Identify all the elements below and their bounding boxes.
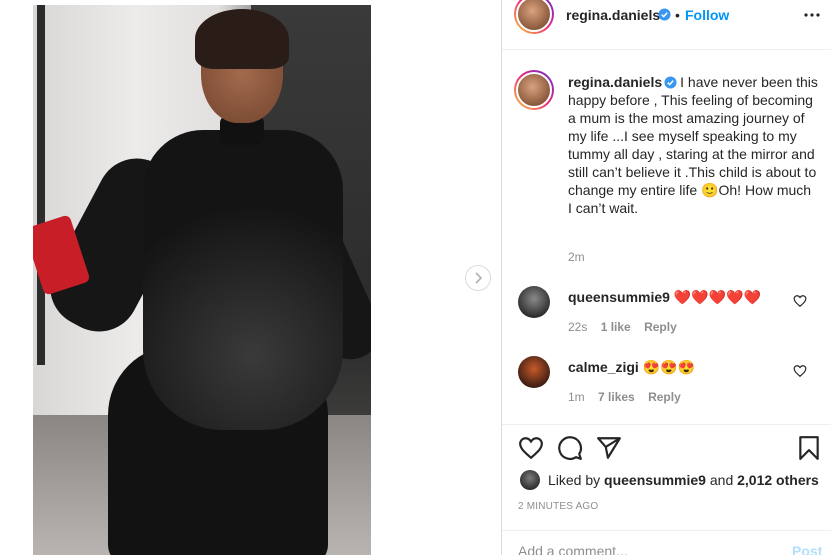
reply-button[interactable]: Reply (644, 320, 677, 334)
post-age[interactable]: 2 MINUTES AGO (518, 501, 598, 512)
likes-conjunction: and (709, 472, 734, 488)
post-actions: Liked by queensummie9 and 2,012 others 2… (502, 424, 831, 520)
caption-timestamp[interactable]: 2m (568, 250, 585, 264)
more-horizontal-icon[interactable] (800, 6, 824, 24)
chevron-right-icon (475, 272, 483, 284)
comment-text: ❤️❤️❤️❤️❤️ (673, 289, 761, 305)
like-heart-icon[interactable] (518, 435, 544, 461)
comment-input[interactable] (518, 543, 768, 555)
reply-button[interactable]: Reply (648, 390, 681, 404)
heart-icon[interactable] (793, 364, 807, 378)
verified-badge-icon (658, 8, 671, 21)
post-comment-button[interactable]: Post (792, 543, 822, 555)
post-caption: regina.daniels I have never been this hap… (568, 73, 818, 217)
comment-item: calme_zigi 😍😍😍 1m 7 likes Reply (502, 356, 831, 416)
caption-text: I have never been this happy before , Th… (568, 74, 818, 216)
liker-avatar[interactable] (520, 470, 540, 490)
likes-others-link[interactable]: 2,012 others (737, 472, 819, 488)
comment-likes[interactable]: 1 like (601, 320, 631, 334)
author-avatar[interactable] (514, 0, 554, 34)
commenter-username[interactable]: queensummie9 (568, 289, 670, 305)
heart-icon[interactable] (793, 294, 807, 308)
photo-hair (195, 9, 289, 69)
comment-item: queensummie9 ❤️❤️❤️❤️❤️ 22s 1 like Reply (502, 286, 831, 346)
caption-author-avatar[interactable] (514, 70, 554, 110)
post-header: regina.daniels • Follow (502, 0, 831, 50)
commenter-username[interactable]: calme_zigi (568, 359, 639, 375)
liker-username[interactable]: queensummie9 (604, 472, 706, 488)
comment-meta: 22s 1 like Reply (568, 320, 687, 334)
photo-light-stand (37, 5, 45, 365)
save-bookmark-icon[interactable] (796, 435, 822, 461)
commenter-avatar[interactable] (518, 356, 550, 388)
comment-bubble-icon[interactable] (557, 435, 583, 461)
verified-badge-icon (664, 76, 677, 89)
add-comment-bar: Post (502, 530, 831, 555)
likes-text: Liked by queensummie9 and 2,012 others (548, 472, 819, 488)
photo-torso (143, 130, 343, 430)
post-details-panel: regina.daniels • Follow regina.daniels I … (502, 0, 831, 555)
share-direct-icon[interactable] (596, 435, 622, 461)
comment-likes[interactable]: 7 likes (598, 390, 635, 404)
comment-body: queensummie9 ❤️❤️❤️❤️❤️ (568, 289, 761, 306)
post-photo[interactable] (33, 5, 371, 555)
next-photo-button[interactable] (465, 265, 491, 291)
header-separator: • (675, 7, 680, 23)
follow-button[interactable]: Follow (685, 7, 729, 23)
comment-time[interactable]: 1m (568, 390, 585, 404)
instagram-post-view: regina.daniels • Follow regina.daniels I … (0, 0, 831, 555)
caption-username[interactable]: regina.daniels (568, 74, 662, 90)
likes-prefix: Liked by (548, 472, 601, 488)
comment-time[interactable]: 22s (568, 320, 587, 334)
media-area (0, 0, 502, 555)
commenter-avatar[interactable] (518, 286, 550, 318)
author-username[interactable]: regina.daniels (566, 7, 660, 23)
comment-body: calme_zigi 😍😍😍 (568, 359, 695, 376)
comment-meta: 1m 7 likes Reply (568, 390, 691, 404)
comment-text: 😍😍😍 (642, 359, 696, 375)
